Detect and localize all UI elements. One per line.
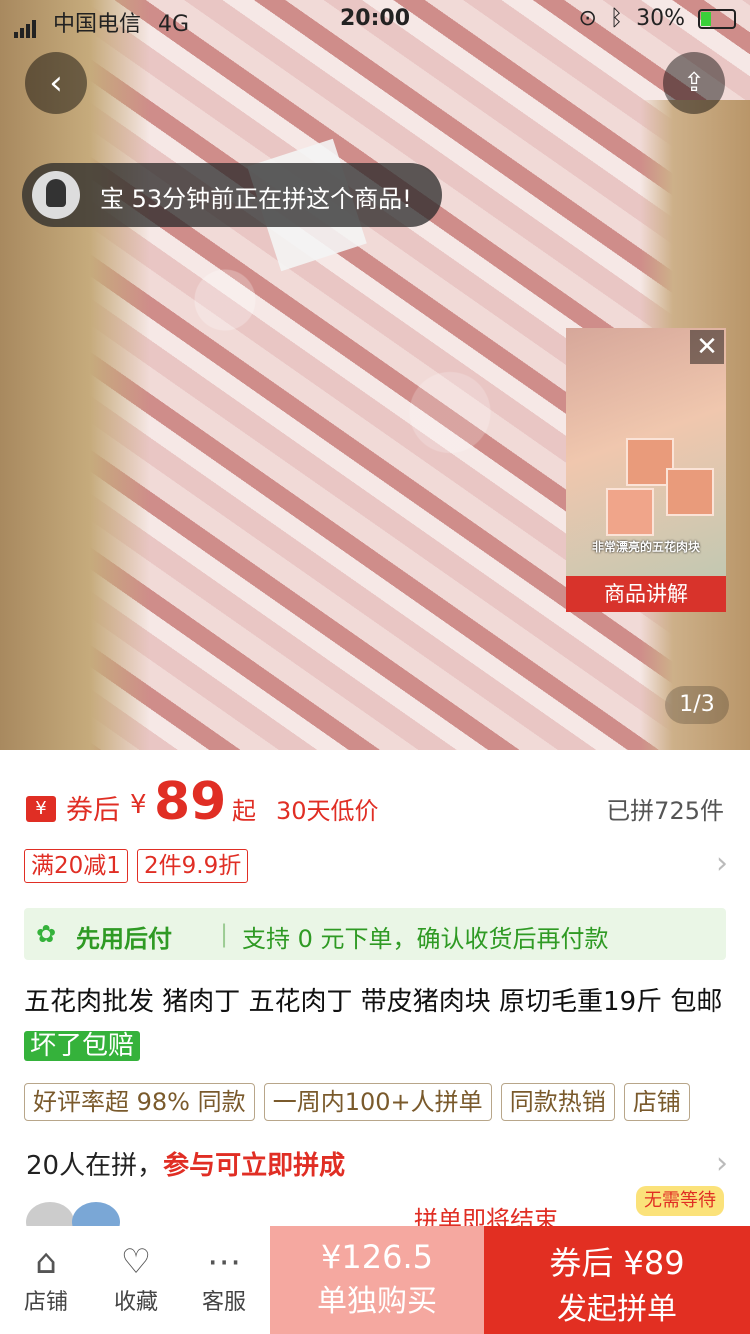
guarantee-badge: 坏了包赔 [24, 1031, 141, 1061]
store-icon: ⌂ [35, 1242, 57, 1282]
video-frame [606, 488, 654, 536]
currency: ¥ [130, 790, 147, 820]
network-type: 4G [158, 12, 190, 37]
video-frame [666, 468, 714, 516]
favorite-button[interactable]: ♡ 收藏 [96, 1240, 176, 1316]
no-wait-badge: 无需等待 [636, 1186, 724, 1216]
product-title-text: 五花肉批发 猪肉丁 五花肉丁 带皮猪肉块 原切毛重19斤 包邮 [24, 987, 723, 1017]
group-summary[interactable]: 20人在拼，参与可立即拼成 [26, 1145, 345, 1182]
buy-alone-button[interactable]: ¥126.5 单独购买 [270, 1226, 484, 1334]
chevron-left-icon: ‹ [49, 63, 63, 103]
feature-chip: 好评率超 98% 同款 [24, 1083, 255, 1121]
status-bar: 中国电信 4G 20:00 ⊙ ᛒ 30% [0, 0, 750, 40]
discount-tag: 2件9.9折 [137, 849, 249, 883]
video-label[interactable]: 商品讲解 [566, 576, 726, 612]
chevron-right-icon[interactable]: › [716, 1146, 728, 1181]
store-label: 店铺 [23, 1290, 68, 1315]
signal-icon [14, 13, 38, 38]
chevron-right-icon[interactable]: › [716, 846, 728, 881]
carrier: 中国电信 [53, 12, 142, 37]
clock: 20:00 [340, 6, 411, 31]
group-join: 参与可立即拼成 [163, 1151, 346, 1181]
video-caption: 非常漂亮的五花肉块 [591, 540, 700, 554]
start-group-button[interactable]: 券后 ¥89 发起拼单 [484, 1226, 750, 1334]
discount-tags[interactable]: 满20减1 2件9.9折 [24, 846, 249, 883]
price-amount: 89 [154, 772, 227, 832]
chat-icon: ⋯ [207, 1242, 241, 1282]
close-video-button[interactable]: ✕ [690, 330, 724, 364]
feature-chip: 店铺 [623, 1083, 690, 1121]
group-count: 20人在拼， [26, 1151, 164, 1181]
paylater-icon: ✿ [36, 920, 57, 948]
store-button[interactable]: ⌂ 店铺 [6, 1240, 86, 1316]
low-price-note: 30天低价 [276, 797, 379, 825]
paylater-title: 先用后付 [76, 925, 172, 953]
service-button[interactable]: ⋯ 客服 [184, 1240, 264, 1316]
toast-text: 宝 53分钟前正在拼这个商品! [100, 185, 412, 213]
group-price: 券后 ¥89 [549, 1244, 685, 1282]
solo-label: 单独购买 [317, 1284, 437, 1319]
lock-rotation-icon: ⊙ [578, 6, 597, 31]
paylater-desc: 支持 0 元下单，确认收货后再付款 [242, 925, 609, 953]
image-pager: 1/3 [665, 686, 729, 724]
product-title: 五花肉批发 猪肉丁 五花肉丁 带皮猪肉块 原切毛重19斤 包邮 坏了包赔 [24, 980, 726, 1068]
live-activity-toast: 宝 53分钟前正在拼这个商品! [22, 163, 442, 227]
favorite-label: 收藏 [113, 1290, 158, 1315]
feature-chip: 同款热销 [500, 1083, 615, 1121]
battery-percent: 30% [636, 6, 685, 31]
carton-edge [0, 0, 150, 750]
sold-count: 已拼725件 [606, 797, 724, 825]
coupon-yen-icon: ¥ [26, 796, 56, 822]
group-label: 发起拼单 [557, 1292, 677, 1327]
divider: | [220, 920, 229, 948]
feature-chip: 一周内100+人拼单 [263, 1083, 492, 1121]
solo-price: ¥126.5 [321, 1238, 433, 1276]
service-label: 客服 [201, 1290, 246, 1315]
share-button[interactable]: ⇪ [663, 52, 725, 114]
close-icon: ✕ [696, 332, 718, 362]
price-suffix: 起 [232, 797, 256, 825]
product-video-window[interactable]: 非常漂亮的五花肉块 商品讲解 ✕ [566, 328, 726, 612]
back-button[interactable]: ‹ [25, 52, 87, 114]
pay-later-banner[interactable]: ✿ 先用后付 | 支持 0 元下单，确认收货后再付款 [24, 908, 726, 960]
share-icon: ⇪ [683, 68, 705, 98]
heart-icon: ♡ [120, 1242, 152, 1282]
bluetooth-icon: ᛒ [609, 6, 624, 31]
battery-icon [698, 9, 736, 29]
coupon-label: 券后 [66, 795, 120, 826]
avatar [32, 171, 80, 219]
feature-chips: 好评率超 98% 同款 一周内100+人拼单 同款热销 店铺 [24, 1082, 750, 1121]
discount-tag: 满20减1 [24, 849, 128, 883]
